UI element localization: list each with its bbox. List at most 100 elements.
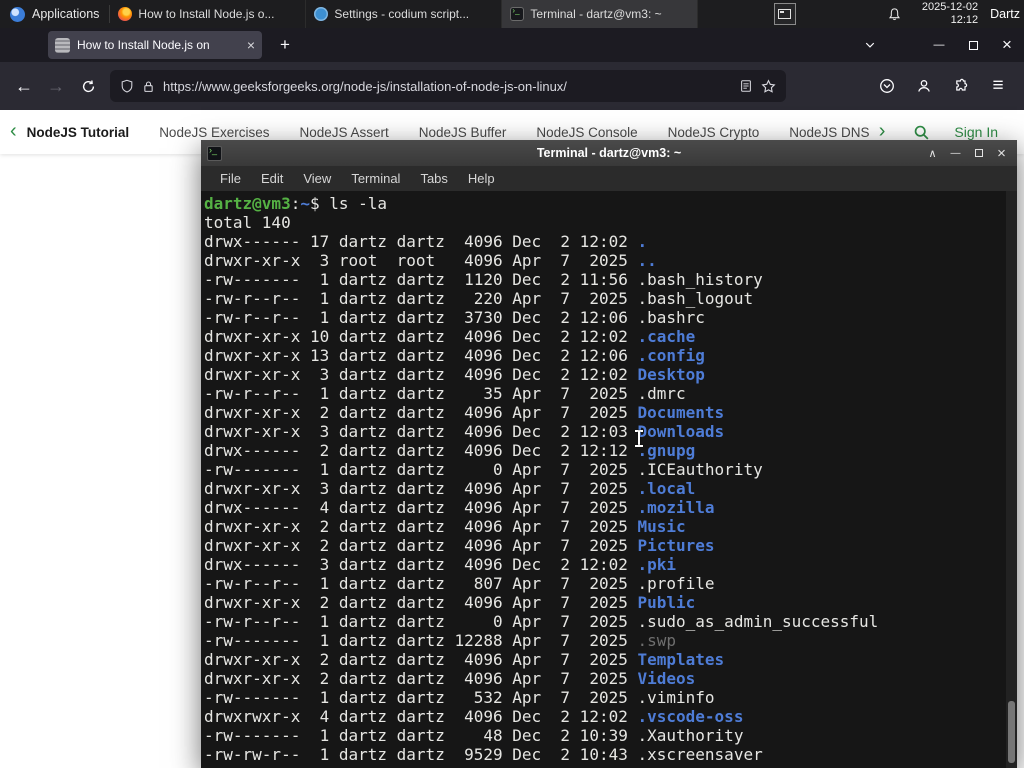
terminal-line: drwxr-xr-x 13 dartz dartz 4096 Dec 2 12:… — [204, 346, 1003, 365]
file-meta: drwxr-xr-x 13 dartz dartz 4096 Dec 2 12:… — [204, 346, 638, 365]
taskbar-window-button[interactable]: How to Install Node.js o... — [110, 0, 307, 28]
gfg-nav-item[interactable]: NodeJS Tutorial — [27, 125, 130, 140]
browser-maximize-button[interactable] — [956, 28, 990, 62]
terminal-line: -rw-r--r-- 1 dartz dartz 0 Apr 7 2025 .s… — [204, 612, 1003, 631]
gfg-nav-item[interactable]: NodeJS Exercises — [159, 125, 269, 140]
file-name: .ICEauthority — [637, 460, 763, 479]
file-meta: -rw-r--r-- 1 dartz dartz 220 Apr 7 2025 — [204, 289, 638, 308]
file-meta: drwxr-xr-x 2 dartz dartz 4096 Apr 7 2025 — [204, 403, 638, 422]
browser-tab-strip: How to Install Node.js on × + — [0, 28, 1024, 62]
browser-toolbar: ← → https://www.geeksforgeeks.org/node-j… — [0, 62, 1024, 110]
gfg-nav-item[interactable]: NodeJS Crypto — [668, 125, 760, 140]
file-meta: drwxr-xr-x 2 dartz dartz 4096 Apr 7 2025 — [204, 669, 638, 688]
terminal-menu-item[interactable]: Tabs — [411, 168, 456, 189]
file-name: Downloads — [637, 422, 725, 441]
file-name: .cache — [637, 327, 696, 346]
tray-terminal-icon[interactable] — [773, 3, 796, 25]
list-all-tabs-button[interactable] — [864, 39, 876, 51]
terminal-scrollbar[interactable] — [1006, 191, 1017, 768]
terminal-window-icon — [778, 9, 792, 19]
file-name: .swp — [637, 631, 677, 650]
reload-button[interactable] — [72, 70, 104, 102]
file-meta: drwx------ 4 dartz dartz 4096 Apr 7 2025 — [204, 498, 638, 517]
gfg-nav-item[interactable]: NodeJS Buffer — [419, 125, 507, 140]
gfg-nav-item[interactable]: NodeJS Assert — [299, 125, 388, 140]
taskbar-window-title: Settings - codium script... — [334, 7, 470, 21]
terminal-menu-item[interactable]: File — [211, 168, 250, 189]
page-favicon — [55, 37, 70, 53]
terminal-icon — [510, 6, 525, 21]
sign-in-button[interactable]: Sign In — [954, 124, 998, 140]
file-meta: -rw-r--r-- 1 dartz dartz 35 Apr 7 2025 — [204, 384, 638, 403]
terminal-line: drwxrwxr-x 4 dartz dartz 4096 Dec 2 12:0… — [204, 707, 1003, 726]
terminal-maximize-button[interactable] — [969, 144, 988, 163]
file-meta: drwxr-xr-x 2 dartz dartz 4096 Apr 7 2025 — [204, 536, 638, 555]
taskbar-window-button[interactable]: Terminal - dartz@vm3: ~ — [502, 0, 699, 28]
terminal-line: drwxr-xr-x 3 root root 4096 Apr 7 2025 .… — [204, 251, 1003, 270]
terminal-line: -rw-r--r-- 1 dartz dartz 807 Apr 7 2025 … — [204, 574, 1003, 593]
terminal-line: drwxr-xr-x 2 dartz dartz 4096 Apr 7 2025… — [204, 669, 1003, 688]
file-name: . — [637, 232, 648, 251]
reader-mode-icon[interactable] — [739, 79, 753, 93]
extensions-icon[interactable] — [945, 70, 977, 102]
gfg-nav-item[interactable]: NodeJS DNS — [789, 125, 869, 140]
panel-user-label[interactable]: Dartz — [990, 7, 1024, 21]
applications-menu-label: Applications — [32, 7, 100, 21]
terminal-line: drwxr-xr-x 2 dartz dartz 4096 Apr 7 2025… — [204, 536, 1003, 555]
applications-menu-button[interactable]: Applications — [0, 0, 109, 28]
terminal-window-controls — [923, 144, 1017, 163]
file-meta: -rw------- 1 dartz dartz 532 Apr 7 2025 — [204, 688, 638, 707]
chevron-down-icon — [865, 42, 875, 48]
terminal-line: drwxr-xr-x 2 dartz dartz 4096 Apr 7 2025… — [204, 517, 1003, 536]
taskbar-window-list: How to Install Node.js o... Settings - co… — [110, 0, 699, 28]
nav-scroll-left-icon[interactable]: ‹ — [0, 121, 23, 144]
browser-close-button[interactable] — [990, 28, 1024, 62]
browser-tab[interactable]: How to Install Node.js on × — [48, 31, 262, 59]
person-icon — [918, 80, 930, 92]
terminal-titlebar[interactable]: Terminal - dartz@vm3: ~ — [201, 140, 1017, 166]
terminal-shade-button[interactable] — [923, 144, 942, 163]
toolbar-right-cluster — [871, 70, 1016, 102]
gfg-nav-item[interactable]: NodeJS Console — [536, 125, 637, 140]
menu-hamburger-icon[interactable] — [982, 70, 1014, 102]
terminal-menu-item[interactable]: Terminal — [342, 168, 409, 189]
file-name: Public — [637, 593, 696, 612]
tab-title: How to Install Node.js on — [77, 38, 210, 52]
distro-logo-icon — [10, 6, 25, 22]
taskbar-window-button[interactable]: Settings - codium script... — [306, 0, 503, 28]
address-bar[interactable]: https://www.geeksforgeeks.org/node-js/in… — [110, 70, 786, 102]
file-name: Templates — [637, 650, 725, 669]
panel-clock[interactable]: 2025-12-02 12:12 — [922, 1, 978, 27]
bell-icon — [889, 7, 901, 20]
file-meta: drwxr-xr-x 3 dartz dartz 4096 Dec 2 12:0… — [204, 422, 638, 441]
terminal-close-button[interactable] — [992, 144, 1011, 163]
notifications-bell-icon[interactable] — [882, 7, 908, 22]
scrollbar-thumb[interactable] — [1008, 701, 1015, 763]
terminal-line: drwx------ 4 dartz dartz 4096 Apr 7 2025… — [204, 498, 1003, 517]
terminal-menu-item[interactable]: Edit — [252, 168, 292, 189]
search-icon[interactable] — [913, 124, 930, 141]
terminal-title: Terminal - dartz@vm3: ~ — [536, 146, 682, 160]
file-meta: -rw------- 1 dartz dartz 48 Dec 2 10:39 — [204, 726, 638, 745]
browser-minimize-button[interactable] — [922, 28, 956, 62]
new-tab-button[interactable]: + — [272, 35, 298, 55]
back-button[interactable]: ← — [8, 70, 40, 102]
pocket-icon[interactable] — [871, 70, 903, 102]
terminal-minimize-button[interactable] — [946, 144, 965, 163]
firefox-icon — [118, 7, 133, 21]
file-meta: -rw-r--r-- 1 dartz dartz 3730 Dec 2 12:0… — [204, 308, 638, 327]
clock-time: 12:12 — [950, 14, 979, 26]
terminal-line: total 140 — [204, 213, 291, 232]
terminal-line: -rw------- 1 dartz dartz 48 Dec 2 10:39 … — [204, 726, 1003, 745]
terminal-window: Terminal - dartz@vm3: ~ FileEditViewTerm… — [201, 140, 1017, 768]
desktop-panel: Applications How to Install Node.js o...… — [0, 0, 1024, 28]
account-icon[interactable] — [908, 70, 940, 102]
terminal-menu-item[interactable]: View — [294, 168, 340, 189]
terminal-menubar: File Edit View Terminal Tabs Help — [201, 166, 1017, 191]
terminal-menu-item[interactable]: Help — [459, 168, 504, 189]
terminal-body[interactable]: dartz@vm3:~$ ls -la total 140 drwx------ 1… — [201, 191, 1017, 768]
tab-close-icon[interactable]: × — [247, 38, 255, 52]
forward-button[interactable]: → — [40, 70, 72, 102]
bookmark-star-icon[interactable] — [761, 78, 776, 94]
terminal-line: drwx------ 17 dartz dartz 4096 Dec 2 12:… — [204, 232, 1003, 251]
